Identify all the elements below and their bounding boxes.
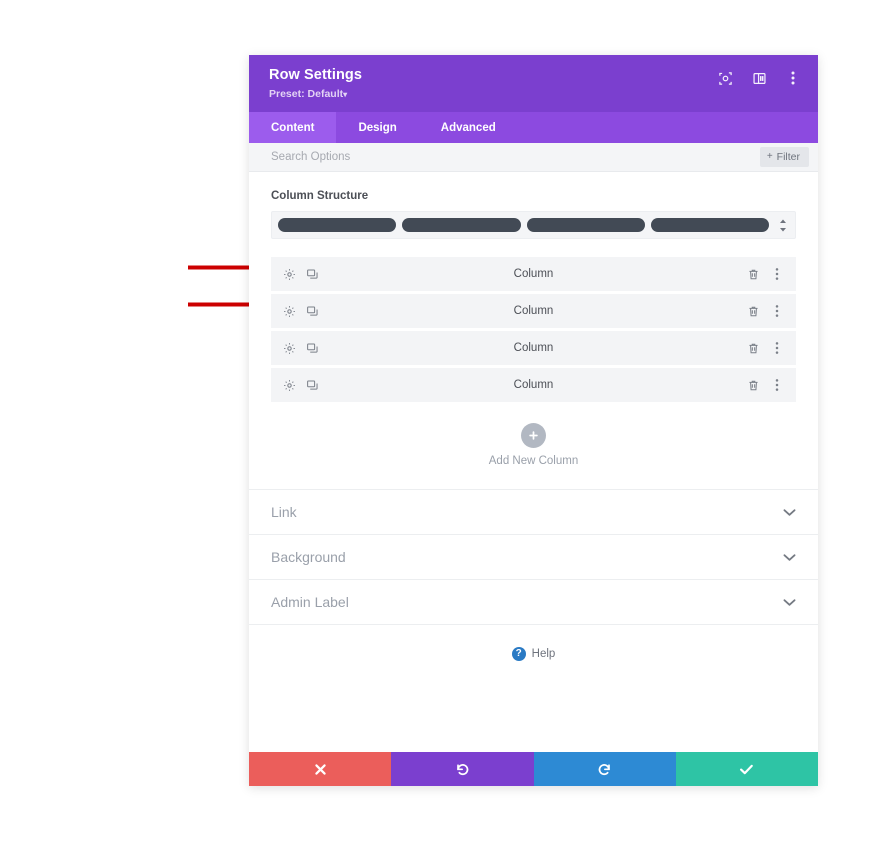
- chevron-down-icon: [783, 553, 796, 562]
- trash-icon[interactable]: [746, 378, 760, 392]
- row-settings-modal: Row Settings Preset: Default▾ Content De…: [249, 55, 818, 786]
- column-structure-selector[interactable]: [271, 211, 796, 239]
- preset-selector[interactable]: Preset: Default▾: [269, 87, 362, 102]
- search-input[interactable]: [271, 143, 651, 171]
- gear-icon[interactable]: [282, 341, 296, 355]
- column-bar-1: [278, 218, 397, 232]
- header-titles: Row Settings Preset: Default▾: [269, 64, 362, 102]
- section-title: Link: [271, 504, 297, 520]
- section-toggle-background[interactable]: Background: [249, 534, 818, 579]
- save-button[interactable]: [675, 752, 818, 786]
- trash-icon[interactable]: [746, 341, 760, 355]
- plus-icon: +: [766, 151, 773, 162]
- tab-content[interactable]: Content: [249, 112, 337, 143]
- vertical-dots-menu-icon[interactable]: [784, 69, 802, 87]
- row-left-actions: [282, 267, 319, 281]
- chevron-down-icon: [783, 508, 796, 517]
- tab-bar: Content Design Advanced: [249, 112, 818, 143]
- section-toggle-admin-label[interactable]: Admin Label: [249, 579, 818, 624]
- column-structure-label: Column Structure: [271, 190, 369, 202]
- vertical-dots-menu-icon[interactable]: [770, 378, 784, 392]
- trash-icon[interactable]: [746, 304, 760, 318]
- vertical-dots-menu-icon[interactable]: [770, 304, 784, 318]
- row-right-actions: [746, 341, 784, 355]
- column-bar-4: [650, 218, 769, 232]
- list-item-label: Column: [513, 305, 554, 317]
- section-title: Admin Label: [271, 594, 349, 610]
- header-icon-group: [716, 64, 802, 87]
- plus-icon: [521, 423, 546, 448]
- panel-layout-icon[interactable]: [750, 69, 768, 87]
- redo-button[interactable]: [533, 752, 676, 786]
- section-toggle-link[interactable]: Link: [249, 489, 818, 534]
- row-left-actions: [282, 378, 319, 392]
- table-row[interactable]: Column: [271, 257, 796, 291]
- row-left-actions: [282, 341, 319, 355]
- list-item-label: Column: [513, 379, 554, 391]
- chevron-down-icon: [783, 598, 796, 607]
- duplicate-icon[interactable]: [305, 304, 319, 318]
- row-right-actions: [746, 304, 784, 318]
- add-new-column-button[interactable]: Add New Column: [249, 402, 818, 489]
- undo-button[interactable]: [391, 752, 534, 786]
- chevron-down-icon: ▾: [343, 90, 348, 99]
- screenshot-canvas: Row Settings Preset: Default▾ Content De…: [0, 0, 880, 854]
- row-right-actions: [746, 378, 784, 392]
- table-row[interactable]: Column: [271, 331, 796, 365]
- question-mark-icon: ?: [511, 647, 526, 661]
- gear-icon[interactable]: [282, 378, 296, 392]
- duplicate-icon[interactable]: [305, 378, 319, 392]
- row-right-actions: [746, 267, 784, 281]
- modal-header: Row Settings Preset: Default▾: [249, 55, 818, 112]
- column-structure-section: Column Structure: [249, 172, 818, 239]
- modal-body: Column Structure Column Column Column Co…: [249, 172, 818, 752]
- filter-button[interactable]: + Filter: [759, 147, 809, 167]
- preset-label: Preset: Default: [269, 88, 344, 100]
- row-left-actions: [282, 304, 319, 318]
- tab-design[interactable]: Design: [336, 112, 418, 143]
- vertical-dots-menu-icon[interactable]: [770, 341, 784, 355]
- column-bar-3: [526, 218, 645, 232]
- focus-target-icon[interactable]: [716, 69, 734, 87]
- help-link[interactable]: ? Help: [249, 624, 818, 683]
- duplicate-icon[interactable]: [305, 341, 319, 355]
- add-new-column-label: Add New Column: [488, 455, 579, 467]
- list-item-label: Column: [513, 268, 554, 280]
- table-row[interactable]: Column: [271, 368, 796, 402]
- columns-list: Column Column Column Column: [249, 239, 818, 402]
- gear-icon[interactable]: [282, 267, 296, 281]
- duplicate-icon[interactable]: [305, 267, 319, 281]
- vertical-dots-menu-icon[interactable]: [770, 267, 784, 281]
- search-bar: + Filter: [249, 143, 818, 172]
- stepper-icon[interactable]: [775, 219, 791, 232]
- list-item-label: Column: [513, 342, 554, 354]
- modal-footer: [249, 752, 818, 786]
- trash-icon[interactable]: [746, 267, 760, 281]
- filter-label: Filter: [776, 151, 800, 163]
- table-row[interactable]: Column: [271, 294, 796, 328]
- column-bar-2: [402, 218, 521, 232]
- gear-icon[interactable]: [282, 304, 296, 318]
- page-title: Row Settings: [269, 67, 363, 83]
- cancel-button[interactable]: [249, 752, 392, 786]
- section-title: Background: [271, 549, 346, 565]
- tab-advanced[interactable]: Advanced: [419, 112, 518, 143]
- help-label: Help: [531, 648, 556, 660]
